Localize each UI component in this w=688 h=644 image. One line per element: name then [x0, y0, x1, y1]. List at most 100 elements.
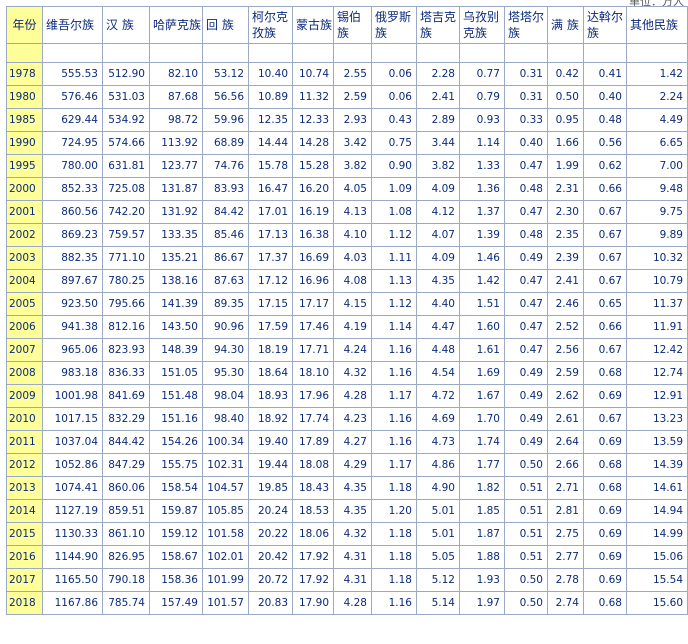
- spacer-cell: [371, 43, 417, 63]
- value-cell: 56.56: [202, 85, 249, 109]
- value-cell: 10.79: [626, 269, 688, 293]
- spacer-cell: [248, 43, 293, 63]
- value-cell: 18.06: [292, 522, 334, 546]
- value-cell: 4.07: [416, 223, 460, 247]
- value-cell: 4.32: [333, 361, 372, 385]
- header-row: 年份 维吾尔族汉 族哈萨克族回 族柯尔克孜族 蒙古族 锡伯族 俄罗斯族 塔吉克族 乌孜别克族…: [6, 6, 688, 44]
- value-cell: 725.08: [102, 177, 150, 201]
- value-cell: 11.32: [292, 85, 334, 109]
- value-cell: 0.47: [504, 315, 548, 339]
- value-cell: 0.33: [504, 108, 548, 132]
- value-cell: 852.33: [42, 177, 103, 201]
- value-cell: 17.59: [248, 315, 293, 339]
- column-header: 汉 族: [102, 6, 150, 44]
- value-cell: 4.54: [416, 361, 460, 385]
- value-cell: 14.28: [292, 131, 334, 155]
- value-cell: 1.66: [547, 131, 584, 155]
- value-cell: 1.16: [371, 591, 417, 615]
- table-row: 2000 852.33 725.08 131.87 83.93 16.47 16.20 4.0…: [6, 177, 688, 201]
- value-cell: 104.57: [202, 476, 249, 500]
- value-cell: 151.16: [149, 407, 203, 431]
- value-cell: 629.44: [42, 108, 103, 132]
- value-cell: 5.05: [416, 545, 460, 569]
- value-cell: 1.37: [459, 200, 505, 224]
- value-cell: 1.18: [371, 568, 417, 592]
- value-cell: 1037.04: [42, 430, 103, 454]
- value-cell: 4.40: [416, 292, 460, 316]
- value-cell: 100.34: [202, 430, 249, 454]
- spacer-cell: [626, 43, 688, 63]
- value-cell: 4.09: [416, 246, 460, 270]
- year-cell: 2014: [6, 499, 43, 523]
- value-cell: 158.54: [149, 476, 203, 500]
- value-cell: 98.04: [202, 384, 249, 408]
- value-cell: 19.44: [248, 453, 293, 477]
- value-cell: 2.66: [547, 453, 584, 477]
- value-cell: 14.94: [626, 499, 688, 523]
- value-cell: 4.27: [333, 430, 372, 454]
- value-cell: 0.56: [583, 131, 627, 155]
- value-cell: 1001.98: [42, 384, 103, 408]
- column-header: 哈萨克族: [149, 6, 203, 44]
- value-cell: 15.54: [626, 568, 688, 592]
- value-cell: 0.66: [583, 315, 627, 339]
- year-cell: 1985: [6, 108, 43, 132]
- value-cell: 4.28: [333, 591, 372, 615]
- value-cell: 844.42: [102, 430, 150, 454]
- value-cell: 16.47: [248, 177, 293, 201]
- spacer-cell: [583, 43, 627, 63]
- value-cell: 0.47: [504, 338, 548, 362]
- value-cell: 742.20: [102, 200, 150, 224]
- table-body: 1978 555.53 512.90 82.10 53.12 10.40 10.74 2.55…: [6, 43, 688, 615]
- value-cell: 0.43: [371, 108, 417, 132]
- population-table: 年份 维吾尔族汉 族哈萨克族回 族柯尔克孜族 蒙古族 锡伯族 俄罗斯族 塔吉克族 乌孜别克族…: [6, 6, 688, 615]
- value-cell: 4.73: [416, 430, 460, 454]
- value-cell: 0.50: [504, 568, 548, 592]
- value-cell: 759.57: [102, 223, 150, 247]
- value-cell: 9.75: [626, 200, 688, 224]
- value-cell: 2.81: [547, 499, 584, 523]
- value-cell: 1.60: [459, 315, 505, 339]
- year-cell: 1995: [6, 154, 43, 178]
- value-cell: 0.06: [371, 62, 417, 86]
- value-cell: 0.79: [459, 85, 505, 109]
- value-cell: 1.99: [547, 154, 584, 178]
- spacer-cell: [149, 43, 203, 63]
- value-cell: 1.70: [459, 407, 505, 431]
- value-cell: 4.23: [333, 407, 372, 431]
- value-cell: 0.47: [504, 154, 548, 178]
- value-cell: 2.71: [547, 476, 584, 500]
- value-cell: 18.10: [292, 361, 334, 385]
- value-cell: 2.74: [547, 591, 584, 615]
- value-cell: 2.93: [333, 108, 372, 132]
- value-cell: 102.01: [202, 545, 249, 569]
- year-cell: 1980: [6, 85, 43, 109]
- value-cell: 0.49: [504, 246, 548, 270]
- value-cell: 11.37: [626, 292, 688, 316]
- value-cell: 19.40: [248, 430, 293, 454]
- value-cell: 5.01: [416, 522, 460, 546]
- value-cell: 0.47: [504, 292, 548, 316]
- year-cell: 2004: [6, 269, 43, 293]
- value-cell: 0.65: [583, 292, 627, 316]
- value-cell: 1.61: [459, 338, 505, 362]
- value-cell: 1.18: [371, 476, 417, 500]
- table-row: 2015 1130.33 861.10 159.12 101.58 20.22 18.06 4…: [6, 522, 688, 546]
- year-cell: 2010: [6, 407, 43, 431]
- value-cell: 0.50: [504, 453, 548, 477]
- value-cell: 89.35: [202, 292, 249, 316]
- value-cell: 1.87: [459, 522, 505, 546]
- value-cell: 4.35: [416, 269, 460, 293]
- value-cell: 1.18: [371, 522, 417, 546]
- value-cell: 790.18: [102, 568, 150, 592]
- value-cell: 2.56: [547, 338, 584, 362]
- value-cell: 10.32: [626, 246, 688, 270]
- column-header: 俄罗斯族: [371, 6, 417, 44]
- value-cell: 3.44: [416, 131, 460, 155]
- value-cell: 151.05: [149, 361, 203, 385]
- year-cell: 2003: [6, 246, 43, 270]
- value-cell: 4.05: [333, 177, 372, 201]
- value-cell: 0.69: [583, 430, 627, 454]
- value-cell: 18.64: [248, 361, 293, 385]
- year-cell: 2000: [6, 177, 43, 201]
